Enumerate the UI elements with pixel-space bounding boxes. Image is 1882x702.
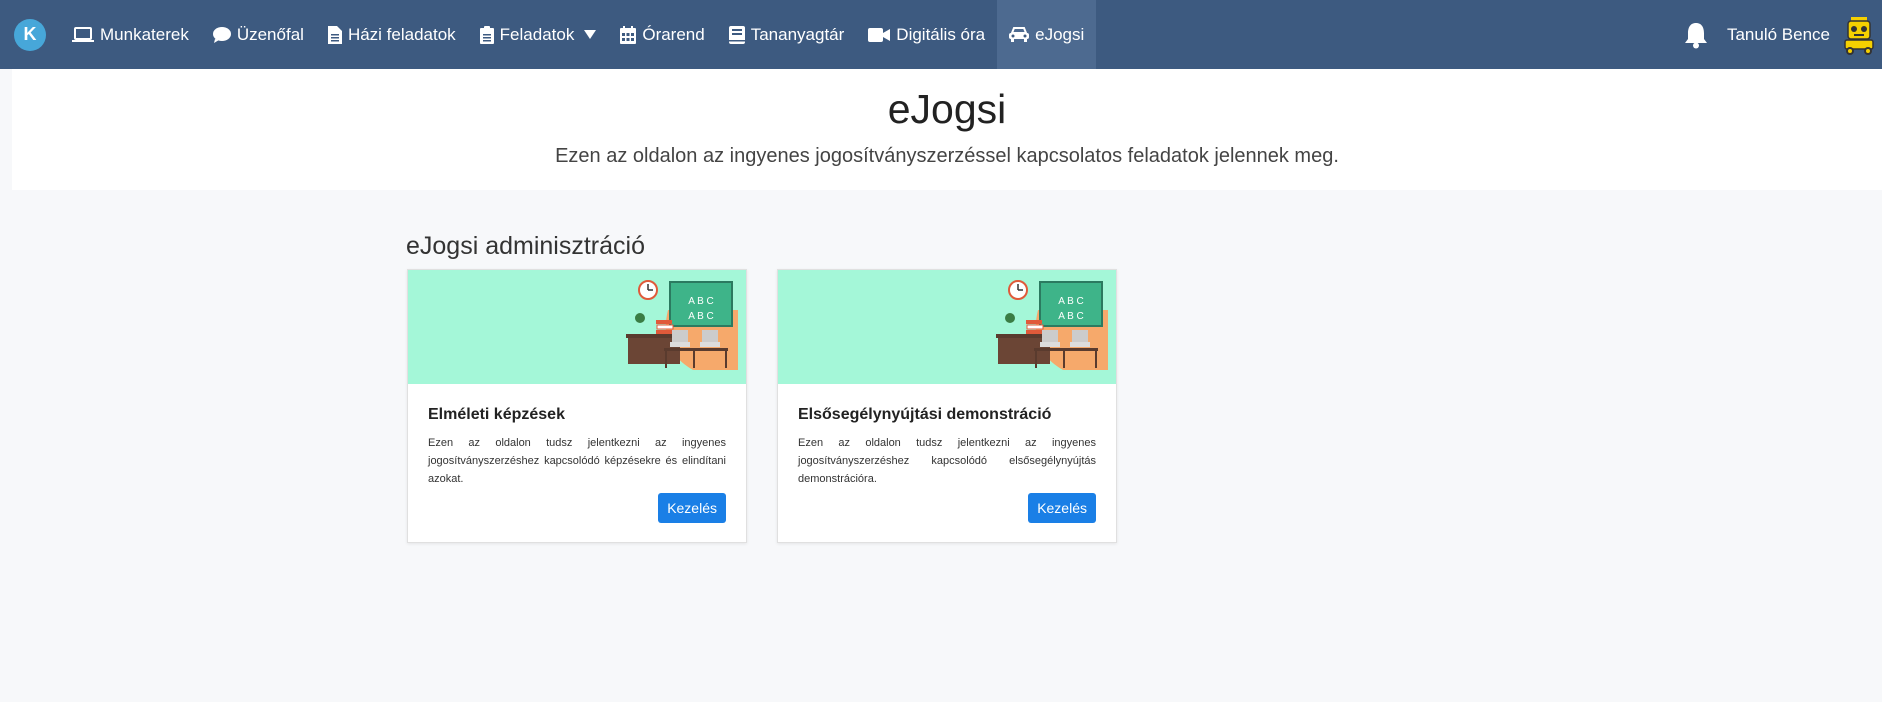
chat-bubble-icon xyxy=(212,26,231,43)
app-logo[interactable]: K xyxy=(14,18,46,51)
nav-item-orarend[interactable]: Órarend xyxy=(608,0,716,69)
nav-label: Tananyagtár xyxy=(750,24,845,44)
card-elsosegelynyujtasi-demonstracio: A B C A B C Elsősegélynyújtási demonstrá… xyxy=(777,269,1117,543)
nav-item-tananyagtar[interactable]: Tananyagtár xyxy=(717,0,857,69)
nav-item-hazi-feladatok[interactable]: Házi feladatok xyxy=(316,0,468,69)
card-title: Elsősegélynyújtási demonstráció xyxy=(798,406,1052,423)
section-title: eJogsi adminisztráció xyxy=(406,232,645,260)
card-elmeleti-kepzesek: A B C A B C Elméleti képzések Ezen az ol… xyxy=(407,269,747,543)
classroom-illustration: A B C A B C xyxy=(996,280,1108,370)
nav-label: Digitális óra xyxy=(896,24,986,44)
calendar-icon xyxy=(620,25,637,44)
car-icon xyxy=(1009,27,1030,42)
page-subtitle: Ezen az oldalon az ingyenes jogosítványs… xyxy=(555,145,1339,167)
manage-button[interactable]: Kezelés xyxy=(658,493,726,523)
card-description: Ezen az oldalon tudsz jelentkezni az ing… xyxy=(798,437,1096,485)
svg-text:A B C: A B C xyxy=(688,311,714,322)
nav-item-ejogsi[interactable]: eJogsi xyxy=(997,0,1097,69)
page-title: eJogsi xyxy=(887,86,1007,132)
top-navbar: K Munkaterek Üzenőfal Házi feladatok Fel… xyxy=(0,0,1882,69)
nav-item-uzenofal[interactable]: Üzenőfal xyxy=(201,0,316,69)
video-camera-icon xyxy=(868,27,891,42)
book-icon xyxy=(728,25,745,44)
document-icon xyxy=(327,25,342,44)
caret-down-icon xyxy=(584,29,597,39)
nav-label: Órarend xyxy=(642,24,705,44)
classroom-illustration: A B C A B C xyxy=(626,280,738,370)
bell-icon[interactable] xyxy=(1683,21,1709,49)
nav-label: eJogsi xyxy=(1035,24,1085,44)
svg-text:A B C: A B C xyxy=(1058,311,1084,322)
nav-label: Üzenőfal xyxy=(236,24,304,44)
card-illustration: A B C A B C xyxy=(408,270,746,384)
card-body: Elsősegélynyújtási demonstráció Ezen az … xyxy=(778,384,1116,488)
card-body: Elméleti képzések Ezen az oldalon tudsz … xyxy=(408,384,746,488)
card-title: Elméleti képzések xyxy=(428,406,565,423)
nav-label: Házi feladatok xyxy=(347,24,456,44)
nav-label: Munkaterek xyxy=(100,24,189,44)
nav-label: Feladatok xyxy=(499,24,575,44)
laptop-icon xyxy=(72,26,94,42)
svg-text:A B C: A B C xyxy=(1058,296,1084,307)
user-name[interactable]: Tanuló Bence xyxy=(1727,25,1830,45)
robot-avatar[interactable] xyxy=(1840,15,1878,55)
nav-item-munkaterek[interactable]: Munkaterek xyxy=(60,0,201,69)
card-illustration: A B C A B C xyxy=(778,270,1116,384)
clipboard-icon xyxy=(479,25,494,44)
manage-button[interactable]: Kezelés xyxy=(1028,493,1096,523)
card-description: Ezen az oldalon tudsz jelentkezni az ing… xyxy=(428,437,726,485)
svg-text:A B C: A B C xyxy=(688,296,714,307)
nav-user-area: Tanuló Bence xyxy=(1683,0,1882,69)
nav-item-digitalis-ora[interactable]: Digitális óra xyxy=(856,0,997,69)
nav-item-feladatok[interactable]: Feladatok xyxy=(468,0,609,69)
page-header: eJogsi Ezen az oldalon az ingyenes jogos… xyxy=(12,69,1882,190)
